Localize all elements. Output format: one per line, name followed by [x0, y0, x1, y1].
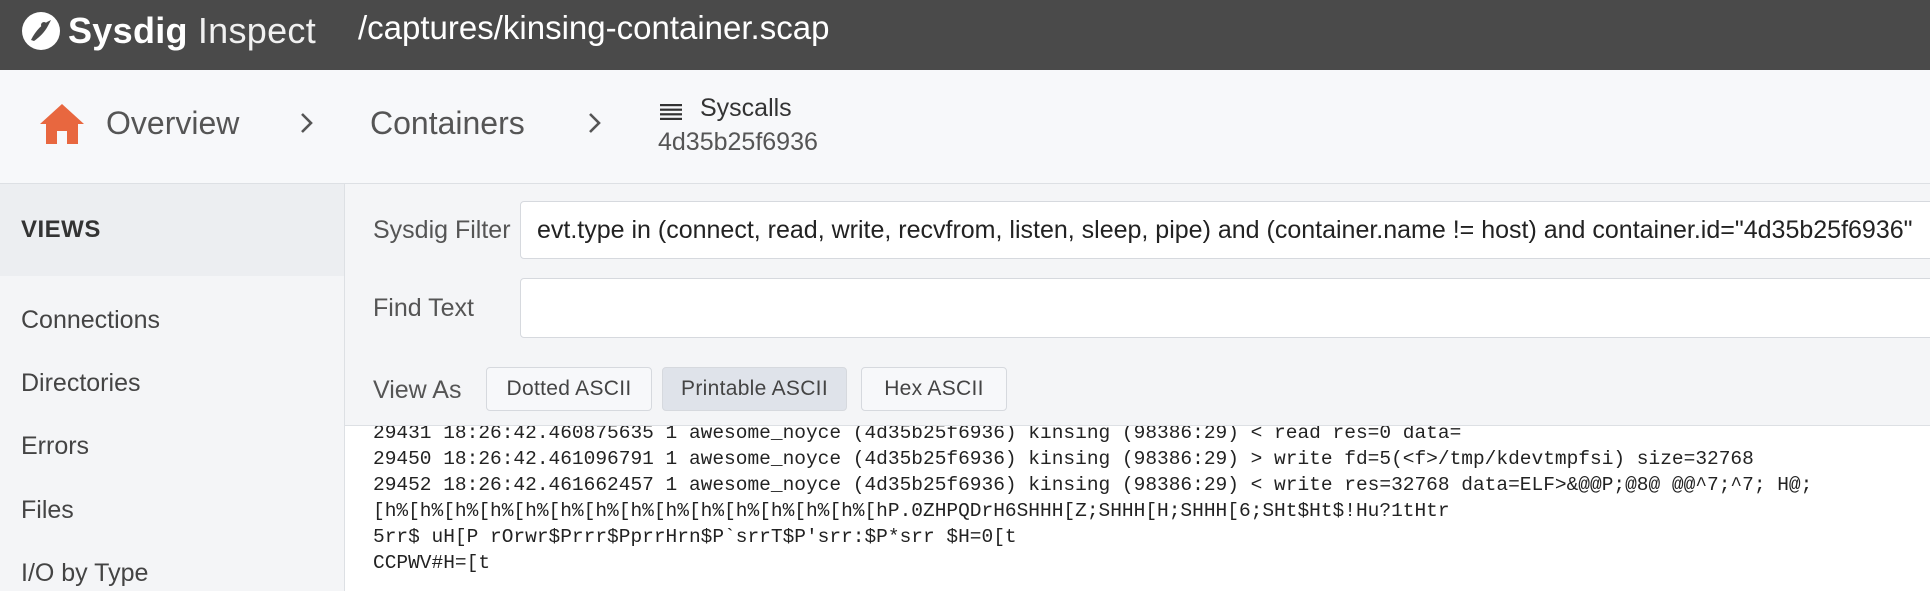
- views-title: VIEWS: [21, 216, 101, 243]
- app-header: Sysdig Inspect /captures/kinsing-containe…: [0, 0, 1930, 70]
- output-line: 29431 18:26:42.460875635 1 awesome_noyce…: [373, 426, 1462, 444]
- printable-ascii-button[interactable]: Printable ASCII: [662, 367, 847, 411]
- main-panel: Sysdig Filter evt.type in (connect, read…: [345, 184, 1930, 591]
- sysdig-filter-input[interactable]: evt.type in (connect, read, write, recvf…: [520, 201, 1930, 259]
- app-title: Sysdig Inspect: [68, 10, 316, 52]
- hex-ascii-button[interactable]: Hex ASCII: [861, 367, 1007, 411]
- view-as-label: View As: [373, 376, 462, 404]
- sysdig-logo[interactable]: Sysdig Inspect: [20, 6, 316, 56]
- sidebar-item-io-by-type[interactable]: I/O by Type: [21, 559, 148, 588]
- sysdig-logo-icon: [22, 12, 60, 50]
- sidebar-item-connections[interactable]: Connections: [21, 306, 160, 335]
- output-line: 5rr$ uH[P rOrwr$Prrr$PprrHrn$P`srrT$P'sr…: [373, 526, 1017, 548]
- brand-name: Sysdig: [68, 10, 188, 51]
- syscall-output[interactable]: 29431 18:26:42.460875635 1 awesome_noyce…: [345, 426, 1930, 591]
- chevron-right-icon: [301, 113, 313, 133]
- breadcrumb-containers[interactable]: Containers: [370, 105, 525, 142]
- dotted-ascii-button[interactable]: Dotted ASCII: [486, 367, 652, 411]
- find-text-label: Find Text: [373, 294, 474, 322]
- output-line: CCPWV#H=[t: [373, 552, 491, 574]
- capture-file-path: /captures/kinsing-container.scap: [358, 9, 830, 46]
- home-icon[interactable]: [38, 102, 86, 146]
- output-line: [h%[h%[h%[h%[h%[h%[h%[h%[h%[h%[h%[h%[h%[…: [373, 500, 1450, 522]
- find-text-input[interactable]: [520, 278, 1930, 338]
- sidebar-item-files[interactable]: Files: [21, 496, 74, 525]
- breadcrumb-overview[interactable]: Overview: [106, 105, 239, 142]
- views-sidebar: VIEWS Connections Directories Errors Fil…: [0, 184, 345, 591]
- sidebar-item-errors[interactable]: Errors: [21, 432, 89, 461]
- breadcrumb-container-id: 4d35b25f6936: [658, 128, 818, 156]
- chevron-right-icon: [589, 113, 601, 133]
- output-line: 29450 18:26:42.461096791 1 awesome_noyce…: [373, 448, 1754, 470]
- output-line: 29452 18:26:42.461662457 1 awesome_noyce…: [373, 474, 1813, 496]
- sysdig-filter-label: Sysdig Filter: [373, 216, 511, 244]
- breadcrumb: Overview Containers Syscalls 4d35b25f693…: [0, 70, 1930, 184]
- product-name: Inspect: [197, 10, 317, 51]
- sidebar-item-directories[interactable]: Directories: [21, 369, 140, 398]
- breadcrumb-current-view: Syscalls: [700, 94, 792, 122]
- list-icon: [660, 104, 682, 120]
- views-header: VIEWS: [0, 184, 344, 276]
